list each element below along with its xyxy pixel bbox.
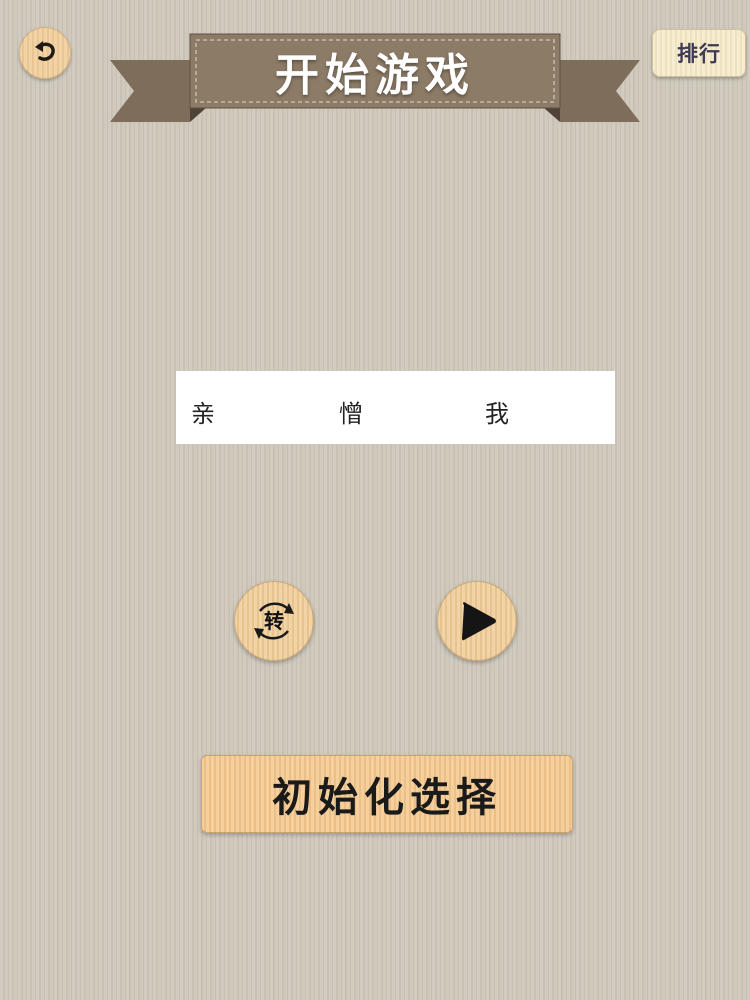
word-item[interactable]: 我 xyxy=(485,371,509,444)
ranking-button[interactable]: 排行 xyxy=(652,29,746,77)
back-arrow-icon xyxy=(30,36,60,70)
word-item[interactable]: 亲 xyxy=(191,371,215,444)
word-panel: 亲 憎 我 xyxy=(176,371,615,444)
back-button[interactable] xyxy=(19,27,71,79)
word-item[interactable]: 憎 xyxy=(339,371,363,444)
play-button[interactable] xyxy=(437,581,517,661)
rotate-label: 转 xyxy=(264,609,284,633)
title-banner: 开始游戏 xyxy=(110,30,640,130)
rotate-button[interactable]: 转 xyxy=(234,581,314,661)
page-title: 开始游戏 xyxy=(275,50,475,101)
init-selection-button[interactable]: 初始化选择 xyxy=(201,755,573,833)
